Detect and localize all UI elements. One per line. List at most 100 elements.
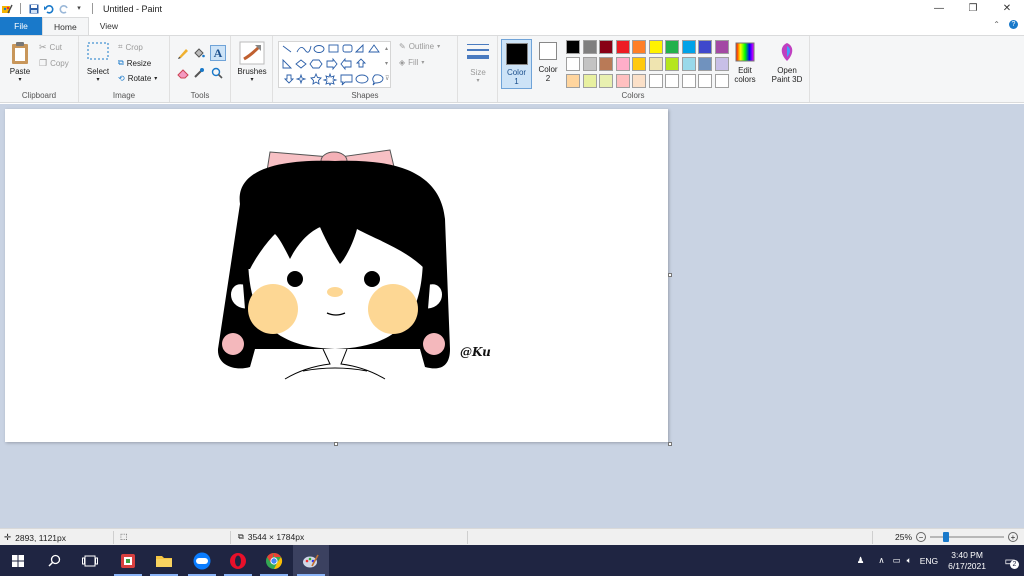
search-button[interactable] xyxy=(36,545,72,576)
rotate-button[interactable]: ⟲ Rotate ▾ xyxy=(118,74,157,83)
volume-icon[interactable]: 🔈︎ xyxy=(907,555,912,566)
undo-icon[interactable] xyxy=(44,4,54,14)
battery-icon[interactable]: ▭ xyxy=(893,555,901,566)
palette-swatch[interactable] xyxy=(665,57,679,71)
shapes-scroll[interactable]: ▴ ▾ ⊽ xyxy=(385,42,389,87)
color1-button[interactable]: Color 1 xyxy=(501,39,532,89)
cut-button[interactable]: ✂ Cut xyxy=(39,42,62,53)
palette-swatch[interactable] xyxy=(681,57,696,71)
palette-swatch[interactable] xyxy=(599,74,613,88)
redo-icon[interactable] xyxy=(59,4,69,14)
restore-button[interactable]: ❐ xyxy=(956,0,990,17)
taskbar-chrome[interactable] xyxy=(256,545,292,576)
people-icon[interactable]: ♟ xyxy=(857,555,865,566)
taskbar-file-explorer[interactable] xyxy=(146,545,182,576)
palette-swatch[interactable] xyxy=(648,74,663,88)
paint-app-icon[interactable] xyxy=(2,4,13,14)
resize-handle-corner[interactable] xyxy=(668,442,672,446)
palette-swatch[interactable] xyxy=(632,74,646,88)
selection-size: ⬚ xyxy=(120,532,128,541)
copy-icon: ❐ xyxy=(39,58,48,68)
palette-swatch[interactable] xyxy=(599,40,613,54)
paste-button[interactable]: Paste ▾ xyxy=(6,41,34,85)
taskbar-zalo[interactable] xyxy=(184,545,220,576)
select-dropdown-icon: ▾ xyxy=(96,77,100,83)
open-paint3d-button[interactable]: Open Paint 3D xyxy=(767,42,807,84)
color2-button[interactable]: Color 2 xyxy=(534,42,562,83)
task-view-button[interactable] xyxy=(72,545,108,576)
palette-swatch[interactable] xyxy=(665,74,679,88)
taskbar-opera[interactable] xyxy=(220,545,256,576)
edit-colors-button[interactable]: Edit colors xyxy=(731,42,759,84)
close-button[interactable]: ✕ xyxy=(990,0,1024,17)
palette-swatch[interactable] xyxy=(698,57,712,71)
outline-button[interactable]: ✎ Outline ▾ xyxy=(399,42,440,51)
palette-swatch[interactable] xyxy=(648,40,663,54)
palette-swatch[interactable] xyxy=(599,57,613,71)
drawing-canvas[interactable]: @Ku xyxy=(5,109,672,446)
zoom-slider-thumb[interactable] xyxy=(943,532,950,542)
minimize-button[interactable]: — xyxy=(922,0,956,17)
notification-center-button[interactable]: ▭ 2 xyxy=(996,554,1024,569)
clock[interactable]: 3:40 PM 6/17/2021 xyxy=(948,550,986,572)
palette-swatch[interactable] xyxy=(698,40,712,54)
brushes-button[interactable]: Brushes ▾ xyxy=(235,41,269,85)
tab-home[interactable]: Home xyxy=(42,17,89,35)
resize-handle-right[interactable] xyxy=(668,273,672,277)
fill-bucket-icon[interactable] xyxy=(192,46,206,60)
copy-button[interactable]: ❐ Copy xyxy=(39,58,69,69)
fill-button[interactable]: ◈ Fill ▾ xyxy=(399,58,424,67)
help-icon[interactable]: ? xyxy=(1009,20,1018,29)
start-button[interactable] xyxy=(0,545,36,576)
magnifier-icon[interactable] xyxy=(210,66,224,80)
zoom-level: 25% xyxy=(895,532,913,542)
customize-quick-access-icon[interactable]: ▾ xyxy=(74,4,84,14)
show-hidden-icons[interactable]: ∧ xyxy=(878,555,884,566)
size-button[interactable]: Size ▾ xyxy=(463,42,493,86)
tab-view[interactable]: View xyxy=(89,17,129,35)
palette-swatch[interactable] xyxy=(632,40,646,54)
palette-swatch[interactable] xyxy=(698,74,712,88)
palette-swatch[interactable] xyxy=(665,40,679,54)
palette-swatch[interactable] xyxy=(566,57,580,71)
text-tool-icon[interactable]: A xyxy=(210,45,226,61)
palette-swatch[interactable] xyxy=(615,40,630,54)
paint3d-label-2: Paint 3D xyxy=(771,75,803,84)
palette-swatch[interactable] xyxy=(582,74,597,88)
taskbar-paint[interactable] xyxy=(293,545,329,576)
pencil-icon[interactable] xyxy=(176,46,190,60)
palette-swatch[interactable] xyxy=(714,74,729,88)
canvas-workspace[interactable]: @Ku xyxy=(0,104,1024,528)
colors-group-label: Colors xyxy=(621,91,645,100)
palette-swatch[interactable] xyxy=(648,57,663,71)
tab-file[interactable]: File xyxy=(0,17,42,35)
palette-swatch[interactable] xyxy=(632,57,646,71)
palette-swatch[interactable] xyxy=(582,57,597,71)
zoom-out-button[interactable]: − xyxy=(916,532,927,542)
language-indicator[interactable]: ENG xyxy=(920,556,938,566)
collapse-ribbon-icon[interactable]: ⌃ xyxy=(993,20,1000,29)
palette-swatch[interactable] xyxy=(615,57,630,71)
save-icon[interactable] xyxy=(29,4,39,14)
eraser-icon[interactable] xyxy=(176,66,190,80)
select-button[interactable]: Select ▾ xyxy=(84,42,112,85)
palette-swatch[interactable] xyxy=(615,74,630,88)
palette-swatch[interactable] xyxy=(714,40,729,54)
taskbar-app-snip[interactable] xyxy=(110,545,146,576)
palette-swatch[interactable] xyxy=(681,74,696,88)
resize-handle-bottom[interactable] xyxy=(334,442,338,446)
crop-button[interactable]: ⌗ Crop xyxy=(118,42,143,52)
palette-swatch[interactable] xyxy=(681,40,696,54)
clipboard-group-label: Clipboard xyxy=(21,91,57,100)
palette-swatch[interactable] xyxy=(714,57,729,71)
resize-button[interactable]: ⧉ Resize xyxy=(118,58,151,68)
palette-swatch[interactable] xyxy=(566,40,580,54)
zoom-slider[interactable] xyxy=(930,532,1005,542)
color-picker-icon[interactable] xyxy=(192,66,206,80)
zoom-in-button[interactable]: + xyxy=(1008,532,1019,542)
shapes-gallery[interactable] xyxy=(278,41,391,88)
outline-label: Outline xyxy=(408,42,435,51)
crop-icon: ⌗ xyxy=(118,42,123,51)
palette-swatch[interactable] xyxy=(582,40,597,54)
palette-swatch[interactable] xyxy=(566,74,580,88)
